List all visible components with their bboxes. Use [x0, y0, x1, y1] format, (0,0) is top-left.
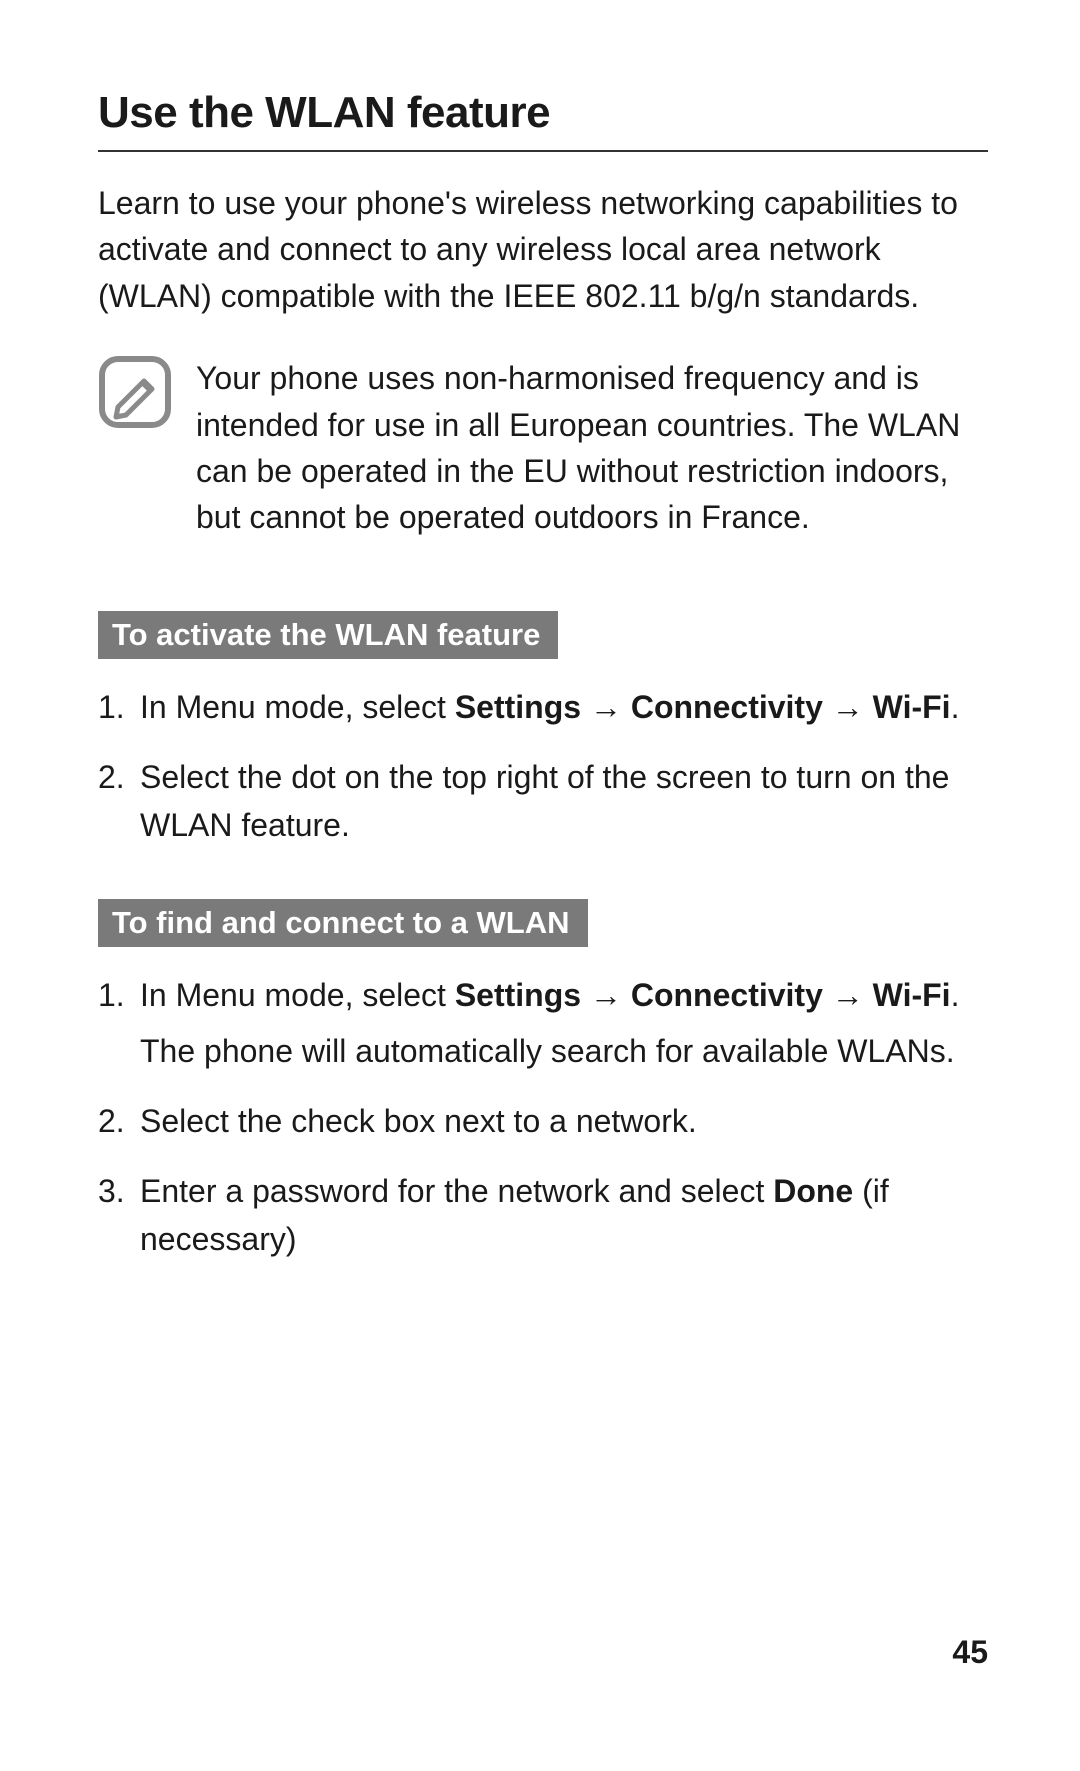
subheader-connect: To find and connect to a WLAN — [98, 899, 588, 947]
list-item: In Menu mode, select Settings → Connecti… — [98, 683, 988, 731]
bold-text: Done — [773, 1173, 853, 1209]
note-text: Your phone uses non-harmonised frequency… — [196, 355, 988, 541]
note-icon — [98, 355, 172, 429]
steps-activate: In Menu mode, select Settings → Connecti… — [98, 683, 988, 849]
list-item: In Menu mode, select Settings → Connecti… — [98, 971, 988, 1075]
bold-text: Connectivity — [631, 689, 823, 725]
bold-text: Settings — [455, 977, 581, 1013]
bold-text: Settings — [455, 689, 581, 725]
subheader-activate: To activate the WLAN feature — [98, 611, 558, 659]
arrow-icon: → — [823, 977, 873, 1013]
arrow-icon: → — [581, 689, 631, 725]
arrow-icon: → — [581, 977, 631, 1013]
step-text: . — [951, 689, 960, 725]
bold-text: Wi-Fi — [873, 689, 951, 725]
step-continuation: The phone will automatically search for … — [140, 1027, 988, 1075]
bold-text: Connectivity — [631, 977, 823, 1013]
step-text: In Menu mode, select — [140, 689, 455, 725]
step-text: Enter a password for the network and sel… — [140, 1173, 773, 1209]
note-block: Your phone uses non-harmonised frequency… — [98, 355, 988, 541]
steps-connect: In Menu mode, select Settings → Connecti… — [98, 971, 988, 1263]
bold-text: Wi-Fi — [873, 977, 951, 1013]
page-title: Use the WLAN feature — [98, 88, 988, 152]
step-text: . — [951, 977, 960, 1013]
list-item: Select the check box next to a network. — [98, 1097, 988, 1145]
arrow-icon: → — [823, 689, 873, 725]
page-number: 45 — [952, 1634, 988, 1671]
list-item: Enter a password for the network and sel… — [98, 1167, 988, 1263]
list-item: Select the dot on the top right of the s… — [98, 753, 988, 849]
intro-paragraph: Learn to use your phone's wireless netwo… — [98, 180, 988, 319]
step-text: In Menu mode, select — [140, 977, 455, 1013]
